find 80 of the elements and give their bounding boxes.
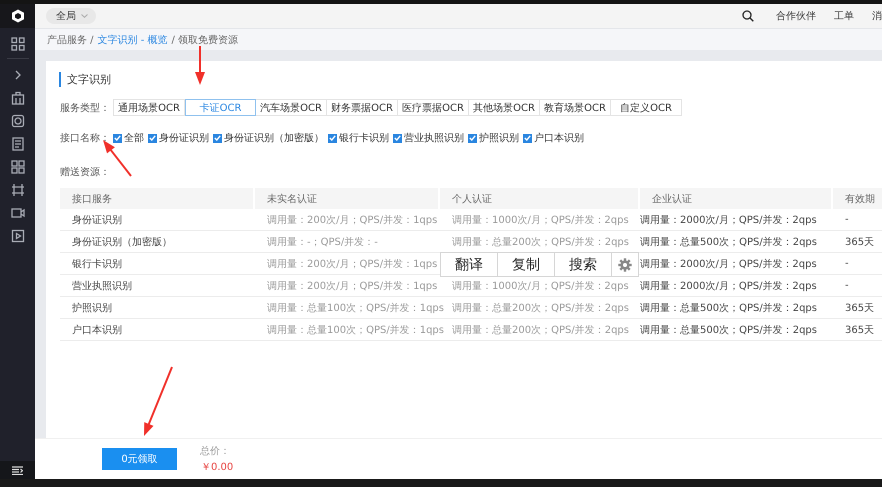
compass-icon[interactable] xyxy=(10,114,24,128)
service-tab[interactable]: 汽车场景OCR xyxy=(256,99,327,116)
table-cell-text: 调用量：总量200次；QPS/并发：2qps xyxy=(451,236,630,250)
checkbox-label: 全部 xyxy=(124,132,144,145)
checkbox[interactable] xyxy=(148,134,157,142)
column-header: 企业认证 xyxy=(640,188,833,209)
table-cell-text: 调用量：200次/月；QPS/并发：1qps xyxy=(266,258,438,272)
menu-icon[interactable] xyxy=(12,466,23,474)
search-icon[interactable] xyxy=(742,10,754,22)
checkbox[interactable] xyxy=(523,134,532,142)
checkbox-label: 身份证识别 xyxy=(159,132,209,145)
column-header: 个人认证 xyxy=(440,188,640,209)
annotation-arrow xyxy=(103,140,132,177)
table-cell-text: 调用量：200次/月；QPS/并发：1qps xyxy=(266,280,438,294)
table-cell-text: 调用量：1000次/月；QPS/并发：2qps xyxy=(451,280,630,294)
scope-dropdown[interactable]: 全局 xyxy=(46,8,96,24)
table-cell-text: 调用量：总量500次；QPS/并发：2qps xyxy=(640,324,818,338)
document-icon[interactable] xyxy=(10,137,24,151)
table-cell-text: 调用量：总量500次；QPS/并发：2qps xyxy=(640,236,818,250)
annotation-arrow xyxy=(195,46,205,85)
checkbox-label: 户口本识别 xyxy=(534,132,584,145)
breadcrumb-text: / 领取免费资源 xyxy=(172,34,238,46)
field-label: 接口名称： xyxy=(60,132,110,145)
table-cell-text: - xyxy=(844,257,850,271)
checkbox-label: 护照识别 xyxy=(479,132,519,145)
header-link[interactable]: 消 xyxy=(872,9,882,23)
checkbox[interactable] xyxy=(213,134,222,142)
service-tab[interactable]: 卡证OCR xyxy=(185,99,256,116)
annotation-arrow xyxy=(144,366,173,436)
column-header: 接口服务 xyxy=(60,188,255,209)
checkbox[interactable] xyxy=(328,134,337,142)
table-cell-text: 调用量：2000次/月；QPS/并发：2qps xyxy=(640,258,818,272)
logo-icon[interactable] xyxy=(10,9,24,23)
play-icon[interactable] xyxy=(10,229,24,243)
column-header: 未实名认证 xyxy=(255,188,440,209)
table-cell-text: 户口本识别 xyxy=(71,324,123,338)
header-link[interactable]: 合作伙伴 xyxy=(776,9,816,23)
header-link[interactable]: 工单 xyxy=(834,9,854,23)
checkbox[interactable] xyxy=(393,134,402,142)
total-price: ￥0.00 xyxy=(200,461,234,474)
table-cell-text: 365天 xyxy=(844,302,876,316)
service-tab[interactable]: 教育场景OCR xyxy=(540,99,611,116)
table-cell-text: - xyxy=(844,279,850,293)
service-tab[interactable]: 通用场景OCR xyxy=(114,99,185,116)
table-cell-text: 调用量：2000次/月；QPS/并发：2qps xyxy=(640,214,818,228)
table-cell-text: 护照识别 xyxy=(71,302,113,316)
table-cell-text: 调用量：-；QPS/并发：- xyxy=(266,236,379,250)
table-cell-text: 身份证识别 xyxy=(71,214,123,228)
table-cell-text: 营业执照识别 xyxy=(71,280,133,294)
column-header: 有效期 xyxy=(833,188,882,209)
checkbox-label: 银行卡识别 xyxy=(339,132,389,145)
breadcrumb-text: 产品服务 / xyxy=(47,34,94,46)
grid-icon[interactable] xyxy=(10,160,24,174)
table-cell-text: 身份证识别（加密版） xyxy=(71,236,173,250)
camera-icon[interactable] xyxy=(10,206,24,220)
network-icon[interactable] xyxy=(10,183,24,197)
table-cell-text: 365天 xyxy=(844,324,876,338)
table-cell-text: - xyxy=(844,213,850,227)
grid-icon[interactable] xyxy=(10,37,24,51)
checkbox-label: 营业执照识别 xyxy=(404,132,464,145)
building-icon[interactable] xyxy=(10,91,24,105)
table-cell-text: 调用量：200次/月；QPS/并发：1qps xyxy=(266,214,438,228)
total-label: 总价： xyxy=(200,444,231,458)
service-tab[interactable]: 其他场景OCR xyxy=(469,99,540,116)
table-cell-text: 调用量：2000次/月；QPS/并发：2qps xyxy=(640,280,818,294)
caret-icon xyxy=(81,14,88,18)
checkbox[interactable] xyxy=(468,134,477,142)
checkbox[interactable] xyxy=(113,134,122,142)
settings-icon[interactable] xyxy=(618,258,632,272)
table-cell-text: 银行卡识别 xyxy=(71,258,123,272)
field-label: 赠送资源： xyxy=(60,166,111,179)
service-tab[interactable]: 财务票据OCR xyxy=(327,99,398,116)
field-label: 服务类型： xyxy=(60,102,110,114)
table-cell-text: 调用量：1000次/月；QPS/并发：2qps xyxy=(451,214,630,228)
breadcrumb-link[interactable]: 文字识别 - 概览 xyxy=(98,32,168,46)
table-cell-text: 365天 xyxy=(844,236,876,250)
checkbox-label: 身份证识别（加密版） xyxy=(224,132,324,145)
table-cell-text: 调用量：总量500次；QPS/并发：2qps xyxy=(640,302,818,316)
service-tab[interactable]: 自定义OCR xyxy=(611,99,682,116)
service-tab[interactable]: 医疗票据OCR xyxy=(398,99,469,116)
